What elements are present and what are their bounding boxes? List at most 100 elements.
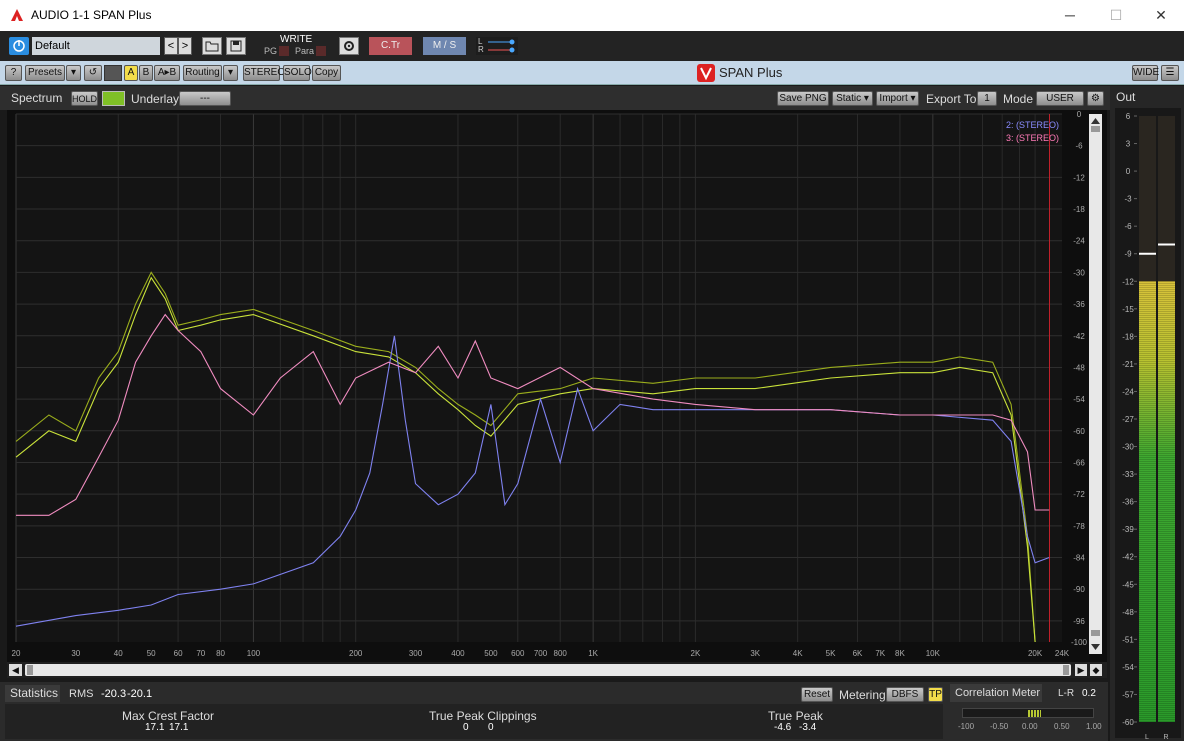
legend-entry: 2: (STEREO)	[1006, 120, 1059, 130]
diamond-icon: ◆	[1092, 665, 1100, 675]
underlay-select[interactable]: ---	[179, 91, 231, 106]
scroll-left-button[interactable]: ◀	[9, 664, 22, 676]
close-button[interactable]: ✕	[1138, 0, 1184, 31]
statistics-panel: Statistics RMS -20.3 -20.1 Reset Meterin…	[0, 682, 948, 741]
correlation-scale-label: 0.50	[1054, 722, 1070, 731]
dbfs-button[interactable]: DBFS	[886, 687, 924, 702]
export-to-select[interactable]: 1	[977, 91, 997, 106]
routing-dropdown-button[interactable]: ▾	[223, 65, 238, 81]
frequency-tick-label: 800	[554, 649, 568, 658]
ctr-button[interactable]: C.Tr	[369, 37, 412, 55]
scroll-track[interactable]	[25, 664, 1071, 676]
db-tick-label: -60	[1073, 427, 1085, 436]
frequency-tick-label: 100	[247, 649, 261, 658]
correlation-scale: -100 -0.50 0.00 0.50 1.00	[958, 722, 1102, 732]
scroll-right-button[interactable]: ▶	[1075, 664, 1087, 676]
frequency-tick-label: 700	[534, 649, 548, 658]
save-icon	[230, 40, 242, 52]
minimize-button[interactable]: ─	[1047, 0, 1093, 31]
spectrum-analyzer[interactable]: 20 30 40 50 60 70 80 100 200 300 400 500 600 700 800 1K…	[7, 110, 1107, 662]
gear-icon	[344, 41, 354, 51]
settings-button[interactable]	[339, 37, 359, 55]
zoom-reset-button[interactable]: ◆	[1090, 664, 1102, 676]
output-meter-panel: Out 6 3 0 -3 -6 -9 -12 -15 -18 -21 -24 -27 -30 -33 -36…	[1110, 86, 1184, 741]
stereo-button[interactable]: STEREO	[243, 65, 285, 81]
tp-button[interactable]: TP	[928, 687, 943, 702]
compare-toggle[interactable]	[104, 65, 122, 81]
ms-button[interactable]: M / S	[423, 37, 466, 55]
save-png-button[interactable]: Save PNG	[777, 91, 829, 106]
menu-button[interactable]: ☰	[1161, 65, 1179, 81]
copy-button[interactable]: Copy	[312, 65, 341, 81]
presets-button[interactable]: Presets	[25, 65, 65, 81]
window-titlebar: AUDIO 1-1 SPAN Plus ─ ☐ ✕	[0, 0, 1184, 31]
out-scale-label: -45	[1122, 580, 1134, 589]
correlation-scale-label: 0.00	[1022, 722, 1038, 731]
hold-color-swatch[interactable]	[102, 91, 125, 106]
lr-value: 0.2	[1082, 688, 1096, 699]
wide-button[interactable]: WIDE	[1132, 65, 1159, 81]
preset-a-button[interactable]: A	[124, 65, 138, 81]
next-preset-button[interactable]: >	[178, 37, 192, 55]
presets-dropdown-button[interactable]: ▾	[66, 65, 81, 81]
routing-button[interactable]: Routing	[183, 65, 222, 81]
db-scrollbar-track	[1089, 114, 1102, 654]
frequency-tick-label: 80	[216, 649, 225, 658]
statistics-tab[interactable]: Statistics	[5, 685, 60, 702]
out-scale-label: -24	[1122, 387, 1134, 396]
maximize-button[interactable]: ☐	[1093, 0, 1139, 31]
power-button[interactable]	[9, 37, 29, 55]
frequency-tick-label: 3K	[750, 649, 760, 658]
db-tick-label: -84	[1073, 554, 1085, 563]
preset-name-field[interactable]: Default	[32, 37, 160, 55]
db-tick-label: -54	[1073, 395, 1085, 404]
frequency-tick-label: 10K	[926, 649, 941, 658]
frequency-tick-label: 20	[12, 649, 21, 658]
lr-label: L-R	[1058, 688, 1075, 699]
db-tick-label: -78	[1073, 522, 1085, 531]
frequency-tick-label: 7K	[875, 649, 885, 658]
scroll-thumb-right[interactable]	[1063, 665, 1069, 675]
plugin-toolbar: ? Presets ▾ ↺ A B A▸B Routing ▾ STEREO S…	[0, 61, 1184, 85]
legend-entry: 3: (STEREO)	[1006, 133, 1059, 143]
mode-select[interactable]: USER	[1036, 91, 1084, 106]
open-folder-button[interactable]	[202, 37, 222, 55]
plugin-title: SPAN Plus	[719, 65, 783, 80]
frequency-tick-label: 4K	[793, 649, 803, 658]
frequency-tick-label: 300	[409, 649, 423, 658]
spectrum-chart[interactable]: 20 30 40 50 60 70 80 100 200 300 400 500 600 700 800 1K…	[7, 110, 1107, 662]
hold-button[interactable]: HOLD	[71, 91, 98, 106]
app-icon	[11, 9, 23, 21]
tp-clippings-right: 0	[488, 722, 494, 733]
prev-preset-button[interactable]: <	[164, 37, 178, 55]
db-tick-label: -30	[1073, 268, 1085, 277]
db-tick-label: -36	[1073, 300, 1085, 309]
out-scale-label: -54	[1122, 663, 1134, 672]
undo-icon: ↺	[88, 67, 98, 78]
para-label: Para	[295, 46, 315, 56]
copy-a-to-b-button[interactable]: A▸B	[154, 65, 180, 81]
frequency-scrollbar[interactable]: ◀ ▶ ◆	[7, 662, 1107, 678]
save-button[interactable]	[226, 37, 246, 55]
correlation-bar	[962, 708, 1094, 718]
out-scale-label: -12	[1122, 277, 1134, 286]
reset-button[interactable]: ↺	[84, 65, 102, 81]
db-scrollbar-thumb-top	[1091, 126, 1100, 132]
scroll-thumb-left[interactable]	[27, 665, 33, 675]
help-button[interactable]: ?	[5, 65, 22, 81]
out-scale-label: -18	[1122, 332, 1134, 341]
reset-stats-button[interactable]: Reset	[801, 687, 833, 702]
frequency-tick-label: 5K	[826, 649, 836, 658]
pg-toggle[interactable]	[279, 46, 289, 56]
frequency-tick-label: 8K	[895, 649, 905, 658]
frequency-tick-label: 20K	[1028, 649, 1043, 658]
para-toggle[interactable]	[316, 46, 326, 56]
solo-button[interactable]: SOLO	[283, 65, 312, 81]
lr-routing-indicator[interactable]: L R	[476, 37, 518, 55]
static-dropdown[interactable]: Static ▾	[832, 91, 873, 106]
preset-b-button[interactable]: B	[139, 65, 153, 81]
import-dropdown[interactable]: Import ▾	[876, 91, 919, 106]
chevron-down-icon: ▾	[227, 67, 234, 78]
mode-settings-button[interactable]: ⚙	[1087, 91, 1104, 106]
out-scale-label: 0	[1126, 167, 1131, 176]
